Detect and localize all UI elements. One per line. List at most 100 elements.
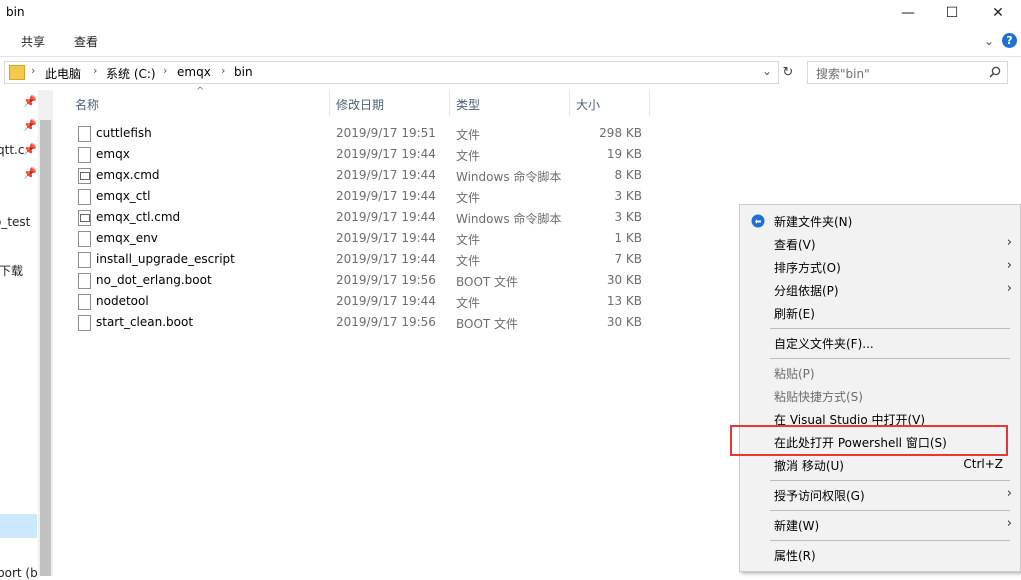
menu-item-refresh[interactable]: 刷新(E) <box>740 302 1020 324</box>
tab-share[interactable]: 共享 <box>21 33 45 50</box>
file-row[interactable]: emqx 2019/9/17 19:44 文件 19 KB <box>70 144 670 165</box>
menu-item-paste-shortcut[interactable]: 粘贴快捷方式(S) <box>740 385 1020 407</box>
nav-scrollbar-thumb[interactable] <box>40 120 51 576</box>
address-bar[interactable]: › 此电脑 › 系统 (C:) › emqx › bin ⌄ <box>4 61 779 84</box>
file-name: install_upgrade_escript <box>96 252 235 266</box>
tab-view[interactable]: 查看 <box>74 33 98 50</box>
shortcut-label: Ctrl+Z <box>963 457 1003 471</box>
file-date: 2019/9/17 19:44 <box>336 252 436 266</box>
file-date: 2019/9/17 19:44 <box>336 147 436 161</box>
nav-item[interactable]: 下载 <box>0 262 23 279</box>
search-box[interactable]: 搜索"bin" <box>807 61 1008 84</box>
file-name: emqx_env <box>96 231 158 245</box>
chevron-right-icon: › <box>221 64 226 77</box>
pin-icon[interactable]: 📌 <box>23 119 37 132</box>
column-divider[interactable] <box>329 90 330 116</box>
close-button[interactable]: ✕ <box>975 0 1021 26</box>
file-size: 298 KB <box>599 126 642 140</box>
submenu-arrow-icon: › <box>1006 516 1012 531</box>
file-row[interactable]: emqx_ctl.cmd 2019/9/17 19:44 Windows 命令脚本 3… <box>70 207 670 228</box>
menu-item-new-folder[interactable]: 新建文件夹(N) <box>740 210 1020 232</box>
help-icon[interactable]: ? <box>1002 33 1017 48</box>
file-type: 文件 <box>456 296 481 310</box>
menu-separator <box>770 328 1010 329</box>
menu-item-label: 排序方式(O) <box>774 261 841 275</box>
breadcrumb-emqx[interactable]: emqx <box>177 65 211 79</box>
nav-item[interactable]: qtt.c <box>0 143 24 157</box>
breadcrumb-bin[interactable]: bin <box>234 65 253 79</box>
file-type: 文件 <box>456 149 481 163</box>
address-dropdown-icon[interactable]: ⌄ <box>762 64 772 78</box>
pin-icon[interactable]: 📌 <box>23 95 37 108</box>
file-icon <box>78 315 91 331</box>
column-divider[interactable] <box>649 90 650 116</box>
refresh-icon[interactable]: ↻ <box>779 62 797 83</box>
menu-separator <box>770 480 1010 481</box>
pin-icon[interactable]: 📌 <box>23 143 37 156</box>
window-title: bin <box>6 5 25 19</box>
nav-selected-item[interactable] <box>0 514 37 538</box>
file-row[interactable]: start_clean.boot 2019/9/17 19:56 BOOT 文件 30… <box>70 312 670 333</box>
menu-separator <box>770 358 1010 359</box>
menu-item-sort[interactable]: 排序方式(O) › <box>740 256 1020 278</box>
file-icon <box>78 252 91 268</box>
search-input[interactable]: 搜索"bin" <box>816 65 870 82</box>
file-size: 30 KB <box>606 315 642 329</box>
minimize-button[interactable]: — <box>885 0 931 26</box>
menu-item-group[interactable]: 分组依据(P) › <box>740 279 1020 301</box>
ribbon-divider <box>0 56 1021 57</box>
chevron-right-icon: › <box>163 64 168 77</box>
file-date: 2019/9/17 19:44 <box>336 231 436 245</box>
column-divider[interactable] <box>449 90 450 116</box>
context-menu: 新建文件夹(N) 查看(V) › 排序方式(O) › 分组依据(P) › 刷新(E) … <box>739 204 1021 572</box>
nav-item[interactable]: o_test <box>0 215 30 229</box>
column-header-date[interactable]: 修改日期 <box>336 96 384 113</box>
column-header-name[interactable]: 名称 <box>75 96 99 113</box>
file-row[interactable]: emqx.cmd 2019/9/17 19:44 Windows 命令脚本 8 KB <box>70 165 670 186</box>
file-type: 文件 <box>456 191 481 205</box>
menu-item-properties[interactable]: 属性(R) <box>740 544 1020 566</box>
menu-item-new[interactable]: 新建(W) › <box>740 514 1020 536</box>
menu-item-label: 属性(R) <box>774 549 816 563</box>
menu-separator <box>770 510 1010 511</box>
submenu-arrow-icon: › <box>1006 281 1012 296</box>
menu-item-customize[interactable]: 自定义文件夹(F)... <box>740 332 1020 354</box>
nav-item[interactable]: port (b <box>0 566 38 580</box>
title-bar <box>0 0 1021 26</box>
menu-item-view[interactable]: 查看(V) › <box>740 233 1020 255</box>
menu-separator <box>770 540 1010 541</box>
chevron-right-icon: › <box>93 64 98 77</box>
menu-item-label: 自定义文件夹(F)... <box>774 337 874 351</box>
file-icon <box>78 294 91 310</box>
submenu-arrow-icon: › <box>1006 486 1012 501</box>
file-size: 13 KB <box>606 294 642 308</box>
file-row[interactable]: install_upgrade_escript 2019/9/17 19:44 文件… <box>70 249 670 270</box>
column-divider[interactable] <box>569 90 570 116</box>
file-row[interactable]: emqx_ctl 2019/9/17 19:44 文件 3 KB <box>70 186 670 207</box>
ribbon-expand-icon[interactable]: ⌄ <box>984 34 994 48</box>
pin-icon[interactable]: 📌 <box>23 167 37 180</box>
file-row[interactable]: nodetool 2019/9/17 19:44 文件 13 KB <box>70 291 670 312</box>
file-date: 2019/9/17 19:56 <box>336 315 436 329</box>
file-row[interactable]: cuttlefish 2019/9/17 19:51 文件 298 KB <box>70 123 670 144</box>
file-size: 3 KB <box>614 189 642 203</box>
submenu-arrow-icon: › <box>1006 235 1012 250</box>
breadcrumb-c-drive[interactable]: 系统 (C:) <box>106 65 156 82</box>
menu-item-label: 撤消 移动(U) <box>774 459 844 473</box>
menu-item-undo-move[interactable]: 撤消 移动(U) Ctrl+Z <box>740 454 1020 476</box>
menu-item-grant-access[interactable]: 授予访问权限(G) › <box>740 484 1020 506</box>
file-name: emqx.cmd <box>96 168 160 182</box>
column-header-type[interactable]: 类型 <box>456 96 480 113</box>
column-header-size[interactable]: 大小 <box>576 96 600 113</box>
breadcrumb-this-pc[interactable]: 此电脑 <box>45 65 81 82</box>
menu-item-label: 粘贴快捷方式(S) <box>774 390 863 404</box>
file-row[interactable]: emqx_env 2019/9/17 19:44 文件 1 KB <box>70 228 670 249</box>
menu-item-label: 刷新(E) <box>774 307 815 321</box>
menu-item-label: 授予访问权限(G) <box>774 489 865 503</box>
file-date: 2019/9/17 19:44 <box>336 210 436 224</box>
file-name: emqx_ctl.cmd <box>96 210 181 224</box>
menu-item-paste[interactable]: 粘贴(P) <box>740 362 1020 384</box>
search-icon[interactable] <box>989 66 1001 78</box>
file-row[interactable]: no_dot_erlang.boot 2019/9/17 19:56 BOOT 文件… <box>70 270 670 291</box>
maximize-button[interactable]: ☐ <box>929 0 975 26</box>
